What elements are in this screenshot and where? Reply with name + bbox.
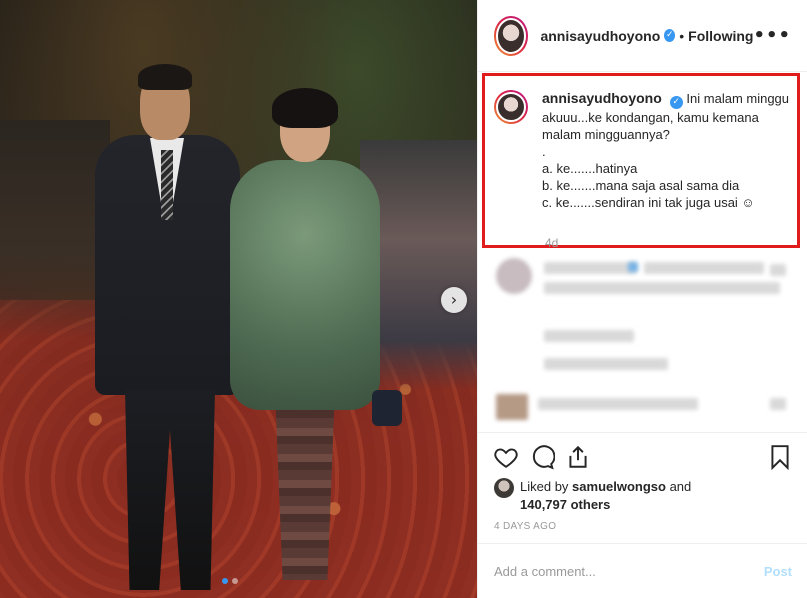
verified-badge-icon: ✓ (664, 29, 676, 42)
comments-list-blurred (478, 250, 807, 430)
comment-line (628, 262, 638, 272)
carousel-next-button[interactable]: › (441, 287, 467, 313)
carousel-dot-active (222, 578, 228, 584)
post-side-panel: annisayudhoyono ✓ • Following ••• annisa… (477, 0, 807, 598)
comment-avatar (496, 394, 528, 420)
caption-username[interactable]: annisayudhoyono (542, 90, 662, 106)
liked-by-user[interactable]: samuelwongso (572, 479, 666, 494)
photo-woman (220, 80, 402, 595)
caption-line: b. ke.......mana saja asal sama dia (542, 178, 740, 193)
photo-crowd-left (0, 120, 110, 340)
carousel-dots (222, 578, 238, 584)
comment-line (538, 398, 698, 410)
comment-icon[interactable] (524, 441, 560, 473)
comment-like-icon (770, 398, 786, 410)
carousel-dot (232, 578, 238, 584)
comment-like-icon (770, 264, 786, 276)
caption-avatar[interactable] (494, 90, 528, 124)
verified-badge-icon: ✓ (669, 96, 683, 109)
bookmark-icon[interactable] (762, 441, 798, 473)
caption-line: a. ke.......hatinya (542, 161, 638, 176)
comment-input[interactable] (494, 563, 764, 579)
share-icon[interactable] (560, 441, 596, 473)
comment-avatar (496, 258, 532, 294)
caption-line: c. ke.......sendiran ini tak juga usai ☺ (542, 195, 755, 210)
following-button[interactable]: Following (688, 28, 753, 44)
heart-icon[interactable] (488, 441, 524, 473)
liker-avatar[interactable] (494, 478, 514, 498)
post-timestamp[interactable]: 4 DAYS AGO (494, 521, 556, 532)
comment-line (544, 282, 780, 294)
comment-line (644, 262, 764, 274)
comment-line (544, 330, 634, 342)
header-username[interactable]: annisayudhoyono (540, 28, 660, 44)
caption-line: . (542, 144, 546, 159)
comment-line (544, 262, 636, 274)
post-photo[interactable]: › (0, 0, 477, 598)
caption: annisayudhoyono ✓ Ini malam minggu akuuu.… (494, 90, 794, 211)
likes-count[interactable]: 140,797 others (520, 497, 610, 512)
comment-form: Post (478, 543, 807, 598)
liked-by-and: and (665, 479, 692, 494)
post-comment-button[interactable]: Post (764, 564, 792, 579)
caption-timestamp[interactable]: 4d (545, 236, 558, 250)
more-options-icon[interactable]: ••• (753, 25, 791, 46)
post-header: annisayudhoyono ✓ • Following ••• (478, 0, 807, 72)
comment-line (544, 358, 668, 370)
likes-summary: Liked by samuelwongso and 140,797 others (494, 478, 691, 514)
header-separator: • (679, 27, 685, 44)
liked-by-prefix: Liked by (520, 479, 573, 494)
action-bar (478, 432, 807, 480)
avatar[interactable] (494, 15, 529, 56)
caption-text: annisayudhoyono ✓ Ini malam minggu akuuu.… (542, 90, 792, 211)
